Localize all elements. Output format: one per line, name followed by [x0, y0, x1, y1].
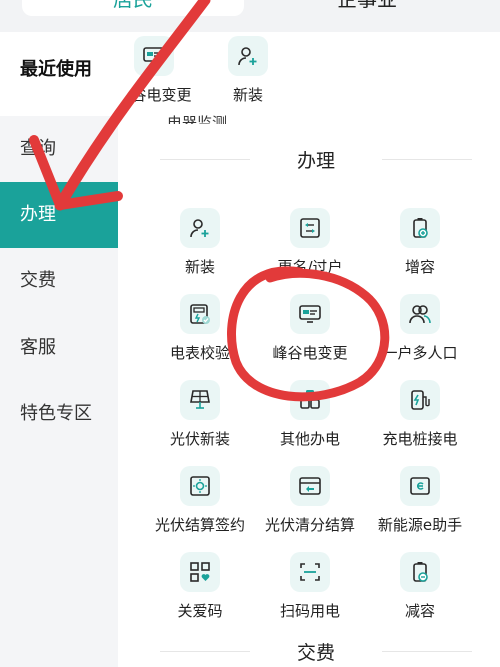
item-capacity-reduce[interactable]: 减容	[358, 552, 482, 621]
user-add-icon	[228, 36, 268, 76]
scan-icon	[290, 552, 330, 592]
item-label: 更名/过户	[277, 258, 343, 276]
content-panel: 峰谷电变更 新装 电器监测 办理 新装 更名/过户 增容 电表校验	[132, 32, 500, 667]
item-label: 其他办电	[279, 430, 340, 448]
recent-item-label: 新装	[232, 86, 263, 104]
sidebar-item-query[interactable]: 查询	[0, 116, 118, 182]
qr-heart-icon	[180, 552, 220, 592]
item-other-electric[interactable]: 其他办电	[248, 380, 372, 449]
sidebar-recent-label[interactable]: 最近使用	[20, 55, 92, 81]
item-label: 新装	[184, 258, 215, 276]
item-label: 减容	[404, 602, 435, 620]
item-solar-install[interactable]: 光伏新装	[138, 380, 262, 449]
tab-resident[interactable]: 居民	[22, 0, 244, 16]
user-add-icon	[180, 208, 220, 248]
tab-enterprise[interactable]: 企事业	[262, 0, 472, 16]
item-label: 峰谷电变更	[272, 344, 348, 362]
sidebar-item-handle[interactable]: 办理	[0, 182, 118, 248]
item-solar-clearing-settlement[interactable]: 光伏清分结算	[248, 466, 372, 535]
item-scan-electric[interactable]: 扫码用电	[248, 552, 372, 621]
item-multi-person-household[interactable]: 一户多人口	[358, 294, 482, 363]
item-capacity-increase[interactable]: 增容	[358, 208, 482, 277]
item-label: 新能源e助手	[377, 516, 463, 534]
sun-icon	[180, 466, 220, 506]
item-label: 光伏新装	[169, 430, 230, 448]
item-label: 扫码用电	[279, 602, 340, 620]
recent-item-new-install[interactable]: 新装	[186, 36, 310, 105]
battery-minus-icon	[400, 552, 440, 592]
sidebar-item-pay[interactable]: 交费	[0, 248, 118, 314]
battery-plus-icon	[400, 208, 440, 248]
item-label: 电表校验	[169, 344, 230, 362]
users-icon	[400, 294, 440, 334]
tv-icon	[290, 294, 330, 334]
card-icon	[290, 466, 330, 506]
tv-icon	[134, 36, 174, 76]
grid-icon	[290, 380, 330, 420]
transfer-icon	[290, 208, 330, 248]
charging-icon	[400, 380, 440, 420]
item-care-code[interactable]: 关爱码	[138, 552, 262, 621]
item-solar-settlement-sign[interactable]: 光伏结算签约	[138, 466, 262, 535]
sidebar-item-special[interactable]: 特色专区	[0, 381, 118, 447]
meter-check-icon	[180, 294, 220, 334]
item-label: 增容	[404, 258, 435, 276]
sidebar-item-service[interactable]: 客服	[0, 315, 118, 381]
item-charging-pile[interactable]: 充电桩接电	[358, 380, 482, 449]
section-divider-right	[382, 159, 472, 160]
item-label: 充电桩接电	[382, 430, 458, 448]
item-label: 关爱码	[177, 602, 223, 620]
item-label: 一户多人口	[382, 344, 458, 362]
item-rename-transfer[interactable]: 更名/过户	[248, 208, 372, 277]
item-peak-valley-change[interactable]: 峰谷电变更	[248, 294, 372, 363]
item-meter-check[interactable]: 电表校验	[138, 294, 262, 363]
section-divider-right	[382, 651, 472, 652]
e-icon	[400, 466, 440, 506]
top-tabs: 居民 企事业	[0, 0, 500, 32]
item-new-install[interactable]: 新装	[138, 208, 262, 277]
solar-panel-icon	[180, 380, 220, 420]
item-label: 光伏清分结算	[264, 516, 355, 534]
recent-clipped-label: 电器监测	[166, 114, 227, 124]
item-label: 光伏结算签约	[154, 516, 245, 534]
item-new-energy-assistant[interactable]: 新能源e助手	[358, 466, 482, 535]
